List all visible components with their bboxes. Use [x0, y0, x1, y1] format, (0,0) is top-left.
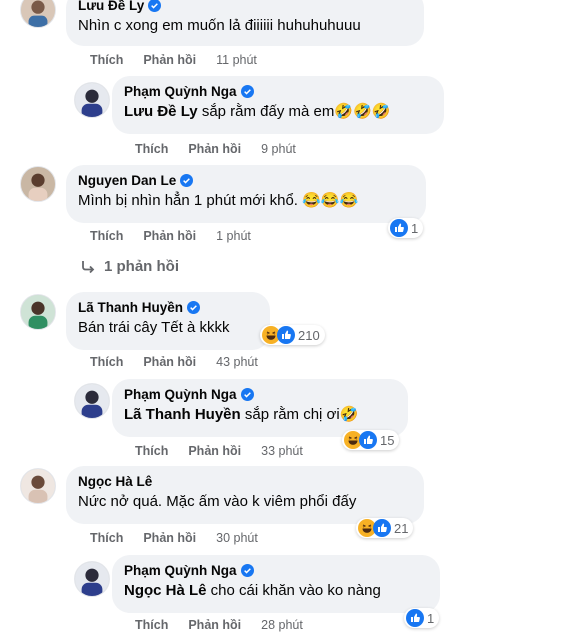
like-button[interactable]: Thích — [135, 444, 168, 458]
like-button[interactable]: Thích — [135, 142, 168, 156]
reply-button[interactable]: Phản hồi — [143, 229, 196, 243]
like-reaction-icon — [277, 326, 295, 344]
reaction-summary[interactable]: 21 — [356, 518, 414, 538]
author-name[interactable]: Lã Thanh Huyền — [78, 299, 183, 316]
avatar[interactable] — [20, 166, 56, 202]
reply-arrow-icon — [82, 260, 95, 273]
comment-bubble: Lã Thanh Huyền Bán trái cây Tết à kkkk — [66, 292, 270, 350]
author-name[interactable]: Phạm Quỳnh Nga — [124, 562, 237, 579]
reaction-count: 1 — [427, 610, 435, 626]
reply-button[interactable]: Phản hồi — [143, 53, 196, 67]
reaction-summary[interactable]: 210 — [260, 325, 325, 345]
mention-link[interactable]: Lưu Đề Ly — [124, 103, 198, 120]
avatar[interactable] — [20, 294, 56, 330]
avatar[interactable] — [20, 468, 56, 504]
verified-icon — [187, 301, 201, 314]
verified-icon — [180, 174, 194, 187]
avatar[interactable] — [74, 561, 110, 597]
reply-button[interactable]: Phản hồi — [143, 355, 196, 369]
author-name[interactable]: Nguyen Dan Le — [78, 172, 176, 189]
comment-text: Bán trái cây Tết à kkkk — [78, 319, 230, 336]
view-replies-label[interactable]: 1 phản hồi — [104, 258, 179, 275]
reply-button[interactable]: Phản hồi — [188, 618, 241, 632]
verified-icon — [240, 564, 254, 577]
reply-button[interactable]: Phản hồi — [143, 531, 196, 545]
reply-button[interactable]: Phản hồi — [188, 142, 241, 156]
author-name[interactable]: Lưu Đề Ly — [78, 0, 144, 14]
like-reaction-icon — [359, 431, 377, 449]
comment-text: Nhìn c xong em muốn lả điiiiii huhuhuhuu… — [78, 17, 361, 34]
mention-link[interactable]: Ngọc Hà Lê — [124, 582, 207, 599]
like-button[interactable]: Thích — [90, 531, 123, 545]
comment-text: sắp rằm đấy mà em🤣🤣🤣 — [197, 103, 391, 120]
timestamp[interactable]: 33 phút — [261, 444, 303, 458]
comment-bubble: Ngọc Hà Lê Nức nở quá. Mặc ấm vào k viêm… — [66, 466, 424, 524]
reaction-summary[interactable]: 1 — [404, 608, 440, 628]
like-button[interactable]: Thích — [90, 229, 123, 243]
timestamp[interactable]: 28 phút — [261, 618, 303, 632]
comment-text: Nức nở quá. Mặc ấm vào k viêm phổi đấy — [78, 493, 357, 510]
mention-link[interactable]: Lã Thanh Huyền — [124, 406, 241, 423]
timestamp[interactable]: 30 phút — [216, 531, 258, 545]
verified-icon — [240, 85, 254, 98]
verified-icon — [148, 0, 162, 12]
comment-bubble: Phạm Quỳnh Nga Lưu Đề Ly sắp rằm đấy mà … — [112, 76, 444, 134]
timestamp[interactable]: 43 phút — [216, 355, 258, 369]
comment-bubble: Nguyen Dan Le Mình bị nhìn hẳn 1 phút mớ… — [66, 165, 426, 223]
reaction-count: 15 — [380, 432, 395, 448]
like-button[interactable]: Thích — [90, 53, 123, 67]
timestamp[interactable]: 1 phút — [216, 229, 251, 243]
comment-text: Mình bị nhìn hẳn 1 phút mới khổ. 😂😂😂 — [78, 192, 359, 209]
comment-text: sắp rằm chị ơi🤣 — [240, 406, 359, 423]
like-button[interactable]: Thích — [90, 355, 123, 369]
like-reaction-icon — [390, 219, 408, 237]
timestamp[interactable]: 9 phút — [261, 142, 296, 156]
comment-bubble: Phạm Quỳnh Nga Lã Thanh Huyền sắp rằm ch… — [112, 379, 408, 437]
comment-bubble: Lưu Đề Ly Nhìn c xong em muốn lả điiiiii… — [66, 0, 424, 46]
comment-bubble: Phạm Quỳnh Nga Ngọc Hà Lê cho cái khăn v… — [112, 555, 440, 613]
reaction-summary[interactable]: 15 — [342, 430, 400, 450]
verified-icon — [240, 388, 254, 401]
avatar[interactable] — [74, 383, 110, 419]
like-button[interactable]: Thích — [135, 618, 168, 632]
author-name[interactable]: Ngọc Hà Lê — [78, 473, 152, 490]
like-reaction-icon — [406, 609, 424, 627]
timestamp[interactable]: 11 phút — [216, 53, 257, 67]
author-name[interactable]: Phạm Quỳnh Nga — [124, 83, 237, 100]
reaction-count: 1 — [411, 220, 419, 236]
reaction-summary[interactable]: 1 — [388, 218, 424, 238]
reply-button[interactable]: Phản hồi — [188, 444, 241, 458]
view-replies-link[interactable]: 1 phản hồi — [80, 258, 179, 275]
comment-text: cho cái khăn vào ko nàng — [206, 582, 381, 599]
avatar[interactable] — [20, 0, 56, 28]
reaction-count: 210 — [298, 327, 320, 343]
author-name[interactable]: Phạm Quỳnh Nga — [124, 386, 237, 403]
like-reaction-icon — [373, 519, 391, 537]
avatar[interactable] — [74, 82, 110, 118]
reaction-count: 21 — [394, 520, 409, 536]
